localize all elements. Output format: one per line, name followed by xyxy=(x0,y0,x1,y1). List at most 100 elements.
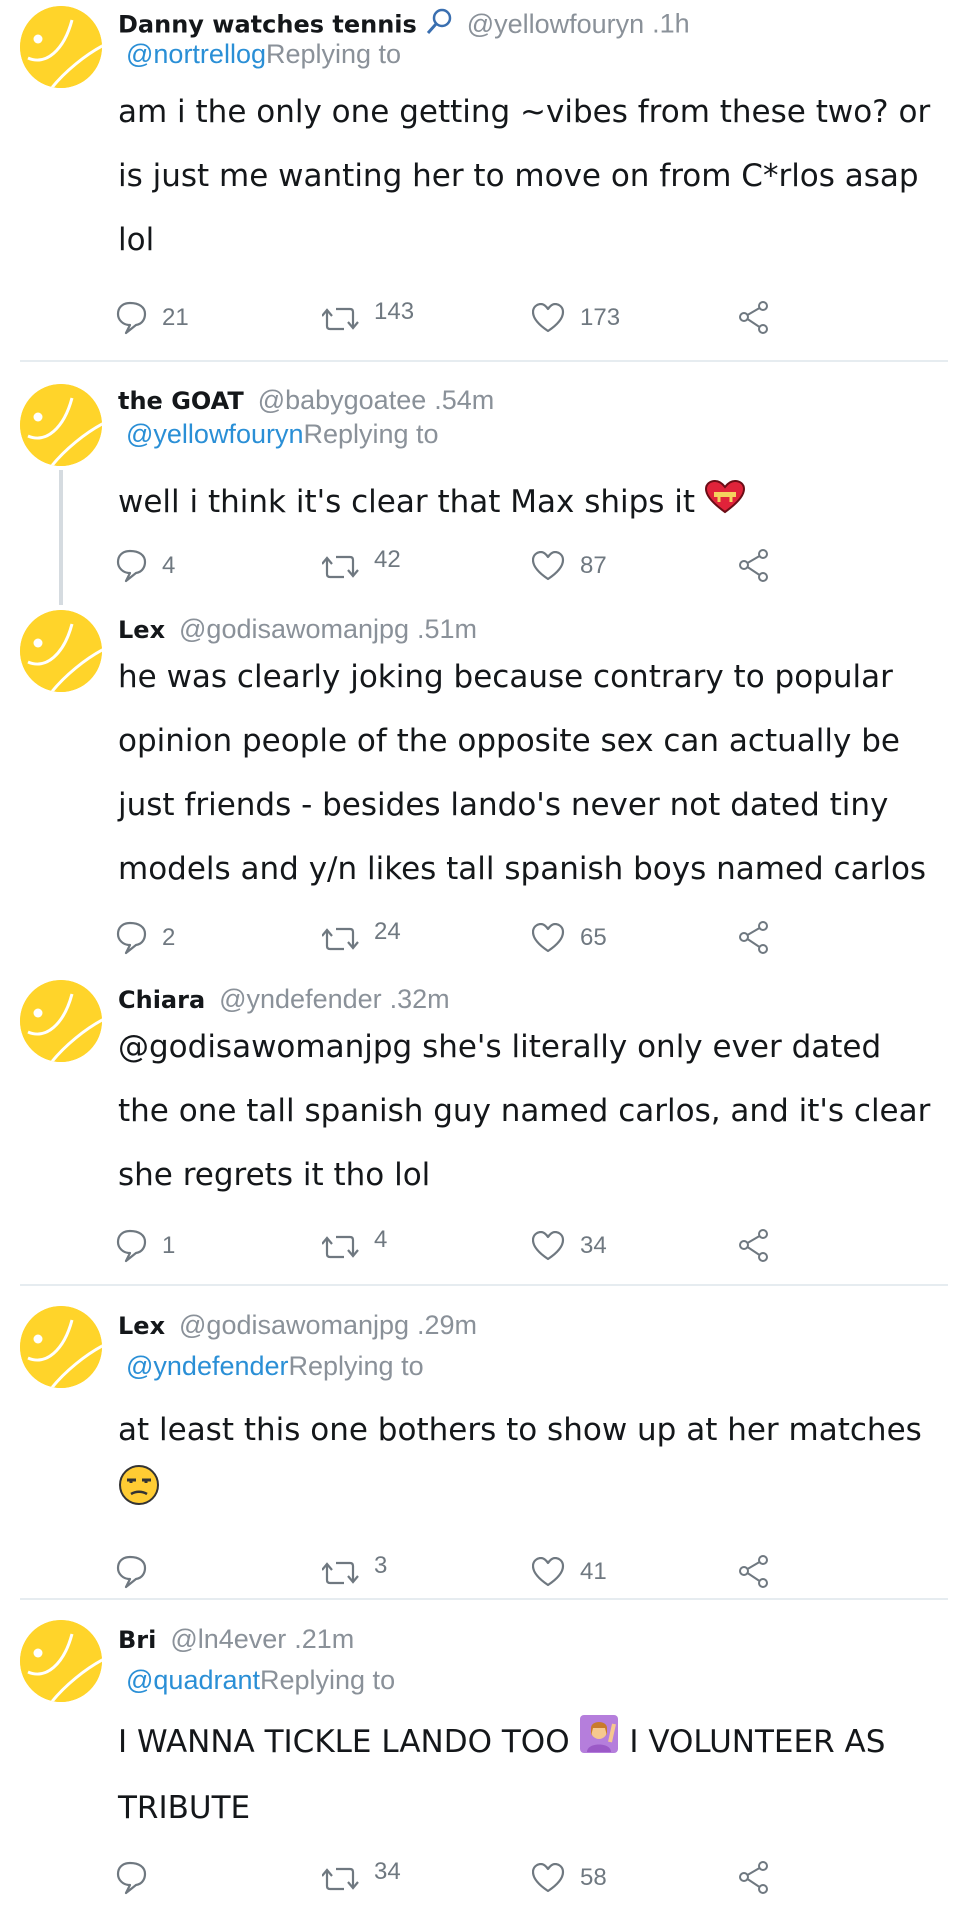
reply-icon xyxy=(116,549,147,583)
display-name[interactable]: Lex xyxy=(118,616,165,644)
share-icon xyxy=(739,1229,768,1262)
retweet-icon xyxy=(322,1561,360,1585)
like-button[interactable]: 87 xyxy=(532,546,607,586)
like-icon xyxy=(532,923,565,953)
tweet-text-line: is just me wanting her to move on from C… xyxy=(118,158,919,194)
replying-to: @quadrantReplying to xyxy=(126,1664,395,1696)
retweet-button[interactable]: 24 xyxy=(322,918,401,958)
tweet-text-line: I WANNA TICKLE LANDO TOO I VOLUNTEER AS xyxy=(118,1710,958,1776)
divider xyxy=(20,1284,948,1286)
retweet-button[interactable]: 143 xyxy=(322,298,414,338)
display-name[interactable]: Lex xyxy=(118,1312,165,1340)
display-name[interactable]: the GOAT xyxy=(118,387,244,415)
tweet-header: Chiara @yndefender .32m xyxy=(118,984,450,1015)
tweet-actions: 21 143 173 xyxy=(116,298,796,338)
share-button[interactable] xyxy=(738,1552,770,1592)
handle[interactable]: @godisawomanjpg xyxy=(179,1310,409,1340)
reply-button[interactable]: 21 xyxy=(116,298,189,338)
retweet-button[interactable]: 3 xyxy=(322,1552,387,1592)
share-button[interactable] xyxy=(738,918,770,958)
retweet-button[interactable]: 42 xyxy=(322,546,401,586)
timestamp[interactable]: .51m xyxy=(417,614,477,644)
tweet-header: Lex @godisawomanjpg .51m xyxy=(118,614,477,645)
tweet-text: well i think it's clear that Max ships i… xyxy=(118,470,958,536)
avatar[interactable] xyxy=(20,6,102,88)
like-button[interactable]: 173 xyxy=(532,298,620,338)
timestamp[interactable]: .32m xyxy=(390,984,450,1014)
like-button[interactable]: 58 xyxy=(532,1858,607,1898)
reply-icon xyxy=(116,301,147,335)
tweet-header: the GOAT @babygoatee .54m xyxy=(118,385,494,416)
divider xyxy=(20,1598,948,1600)
tweet-text-span: I WANNA TICKLE LANDO TOO xyxy=(118,1724,570,1760)
timestamp[interactable]: .1h xyxy=(652,9,690,39)
avatar[interactable] xyxy=(20,610,102,692)
replying-to: @nortrellogReplying to xyxy=(126,38,401,70)
like-button[interactable]: 65 xyxy=(532,918,607,958)
reply-button[interactable]: 4 xyxy=(116,546,175,586)
reply-icon xyxy=(116,921,147,955)
handle[interactable]: @yellowfouryn xyxy=(467,9,644,39)
timestamp[interactable]: .29m xyxy=(417,1310,477,1340)
reply-handle-link[interactable]: @nortrellog xyxy=(126,39,266,69)
avatar[interactable] xyxy=(20,1306,102,1388)
reply-button[interactable] xyxy=(116,1552,162,1592)
tweet-text: am i the only one getting ~vibes from th… xyxy=(118,80,958,272)
reply-count: 1 xyxy=(162,1232,176,1259)
replying-to-label: Replying to xyxy=(260,1665,396,1695)
divider xyxy=(20,360,948,362)
tweet-actions: 34 58 xyxy=(116,1858,796,1898)
handle[interactable]: @yndefender xyxy=(219,984,382,1014)
like-icon xyxy=(532,1863,565,1893)
reply-handle-link[interactable]: @yndefender xyxy=(126,1351,289,1381)
tweet-actions: 2 24 65 xyxy=(116,918,796,958)
timestamp[interactable]: .54m xyxy=(434,385,494,415)
tweet-actions: 1 4 34 xyxy=(116,1226,796,1266)
heart-emoji-icon xyxy=(704,472,745,536)
avatar[interactable] xyxy=(20,980,102,1062)
tweet-text: @godisawomanjpg she's literally only eve… xyxy=(118,1015,958,1207)
retweet-count: 4 xyxy=(374,1226,388,1253)
timestamp[interactable]: .21m xyxy=(294,1624,354,1654)
share-button[interactable] xyxy=(738,1858,770,1898)
tweet-text-span: well i think it's clear that Max ships i… xyxy=(118,484,696,520)
tweet-actions: 3 41 xyxy=(116,1552,796,1592)
like-button[interactable]: 41 xyxy=(532,1552,607,1592)
tweet-text-line: TRIBUTE xyxy=(118,1789,251,1826)
retweet-icon xyxy=(322,307,360,331)
avatar[interactable] xyxy=(20,1620,102,1702)
unamused-face-icon xyxy=(118,1464,160,1528)
like-button[interactable]: 34 xyxy=(532,1226,607,1266)
reply-button[interactable] xyxy=(116,1858,162,1898)
share-button[interactable] xyxy=(738,298,770,338)
share-button[interactable] xyxy=(738,1226,770,1266)
reply-icon xyxy=(116,1861,147,1895)
avatar[interactable] xyxy=(20,384,102,466)
retweet-count: 24 xyxy=(374,918,401,945)
reply-handle-link[interactable]: @quadrant xyxy=(126,1665,260,1695)
like-count: 173 xyxy=(580,304,621,331)
share-icon xyxy=(739,1555,768,1588)
handle[interactable]: @babygoatee xyxy=(258,385,427,415)
reply-button[interactable]: 1 xyxy=(116,1226,175,1266)
replying-to-label: Replying to xyxy=(303,419,439,449)
retweet-button[interactable]: 34 xyxy=(322,1858,401,1898)
tweet-text-line: models and y/n likes tall spanish boys n… xyxy=(118,851,927,887)
tweet-text-line: opinion people of the opposite sex can a… xyxy=(118,723,900,759)
tweet-text-line: @godisawomanjpg she's literally only eve… xyxy=(118,1029,882,1065)
retweet-count: 3 xyxy=(374,1552,388,1579)
reply-count: 4 xyxy=(162,552,176,579)
reply-count: 2 xyxy=(162,924,176,951)
display-name[interactable]: Bri xyxy=(118,1626,156,1654)
reply-handle-link[interactable]: @yellowfouryn xyxy=(126,419,303,449)
retweet-button[interactable]: 4 xyxy=(322,1226,387,1266)
reply-button[interactable]: 2 xyxy=(116,918,175,958)
display-name[interactable]: Danny watches tennis xyxy=(118,11,417,39)
display-name[interactable]: Chiara xyxy=(118,986,205,1014)
handle[interactable]: @ln4ever xyxy=(170,1624,286,1654)
handle[interactable]: @godisawomanjpg xyxy=(179,614,409,644)
tweet-text: at least this one bothers to show up at … xyxy=(118,1398,958,1528)
share-button[interactable] xyxy=(738,546,770,586)
retweet-icon xyxy=(322,555,360,579)
like-count: 87 xyxy=(580,552,607,579)
